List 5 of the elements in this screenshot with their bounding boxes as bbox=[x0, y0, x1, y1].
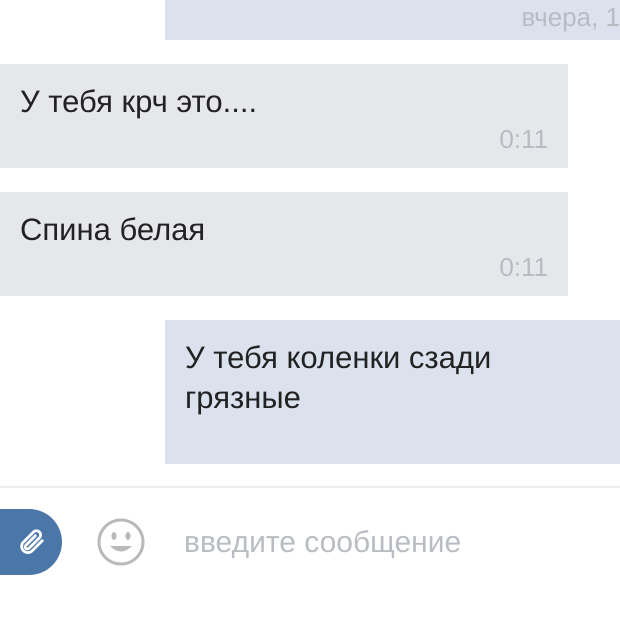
message-text: У тебя крч это.... bbox=[20, 83, 258, 121]
message-text: У тебя коленки сзади грязные bbox=[185, 339, 492, 417]
message-text: Спина белая bbox=[20, 211, 206, 249]
attach-button[interactable] bbox=[0, 509, 62, 575]
message-input[interactable]: введите сообщение bbox=[184, 520, 620, 564]
